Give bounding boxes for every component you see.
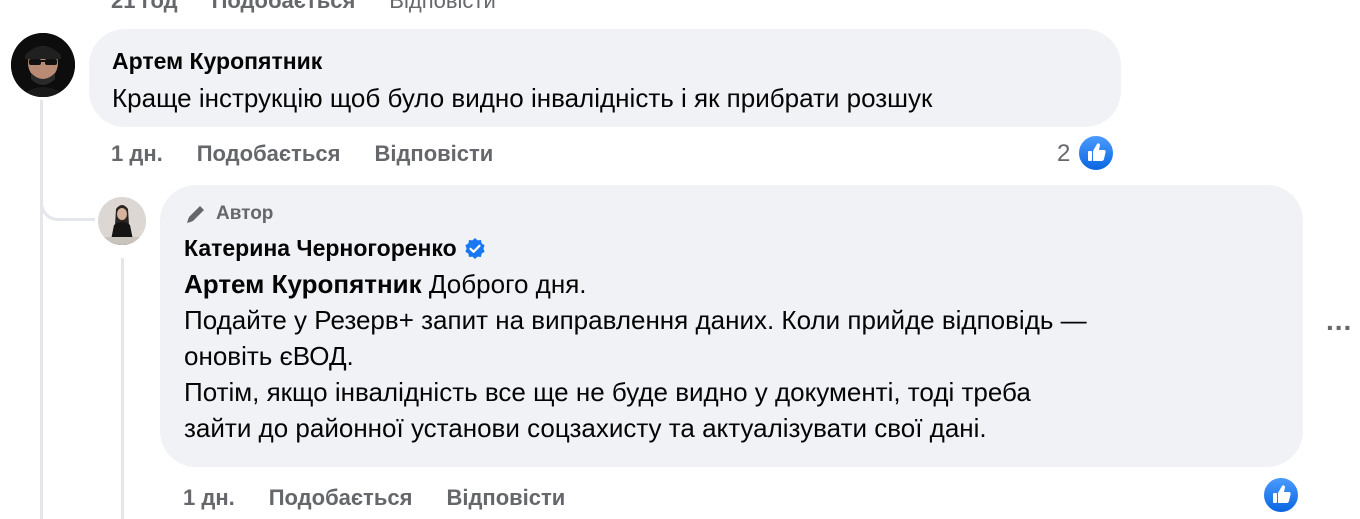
reply-author-row: Катерина Черногоренко [184, 235, 487, 262]
more-options-icon[interactable]: ... [1326, 305, 1352, 337]
thread-line-main [40, 100, 43, 519]
avatar[interactable] [11, 33, 75, 97]
mention-link[interactable]: Артем Куропятник [184, 269, 422, 299]
thumbs-up-icon [1273, 485, 1291, 503]
comment-text: Краще інструкцію щоб було видно інвалідн… [112, 83, 933, 113]
comment-time[interactable]: 1 дн. [111, 141, 163, 167]
reply-avatar[interactable] [98, 197, 146, 245]
comment-bubble: Артем Куропятник Краще інструкцію щоб бу… [89, 29, 1121, 127]
thread-connector [40, 180, 95, 221]
reply-time[interactable]: 1 дн. [183, 485, 235, 511]
comment-like-button[interactable]: Подобається [197, 141, 341, 167]
pencil-icon [187, 206, 204, 223]
avatar-image [11, 33, 75, 97]
reply-line-1: Артем Куропятник Доброго дня. [184, 266, 1087, 302]
reply-like-button[interactable]: Подобається [269, 485, 413, 511]
reply-avatar-image [98, 197, 146, 245]
reply-author[interactable]: Катерина Черногоренко [184, 235, 457, 262]
top-comment-actions: 21 год Подобається Відповісти [111, 0, 530, 14]
thumbs-up-icon [1088, 143, 1106, 161]
verified-badge-icon [465, 237, 485, 259]
comment-actions: 1 дн. Подобається Відповісти [111, 141, 527, 167]
reply-line-4: Потім, якщо інвалідність все ще не буде … [184, 377, 1031, 407]
reply-reaction[interactable] [1262, 476, 1300, 514]
top-reply-button[interactable]: Відповісти [389, 0, 496, 14]
comment-reply-button[interactable]: Відповісти [374, 141, 493, 167]
comment-like-count[interactable]: 2 [1057, 140, 1070, 168]
thread-line-reply [121, 258, 124, 519]
reply-actions: 1 дн. Подобається Відповісти [183, 485, 599, 511]
comment-author[interactable]: Артем Куропятник [112, 48, 322, 75]
reply-greeting: Доброго дня. [421, 269, 587, 299]
reply-line-2: Подайте у Резерв+ запит на виправлення д… [184, 305, 1087, 335]
reply-bubble: Автор Катерина Черногоренко Артем Куропя… [160, 185, 1303, 467]
reply-line-5: зайти до районної установи соцзахисту та… [184, 413, 987, 443]
reply-line-3: оновіть єВОД. [184, 341, 354, 371]
reply-reply-button[interactable]: Відповісти [446, 485, 565, 511]
comment-reaction[interactable] [1077, 134, 1115, 172]
top-like-button[interactable]: Подобається [212, 0, 356, 14]
author-badge: Автор [184, 202, 273, 226]
top-time[interactable]: 21 год [111, 0, 178, 14]
author-badge-label: Автор [216, 203, 274, 224]
reply-text: Артем Куропятник Доброго дня. Подайте у … [184, 266, 1087, 446]
